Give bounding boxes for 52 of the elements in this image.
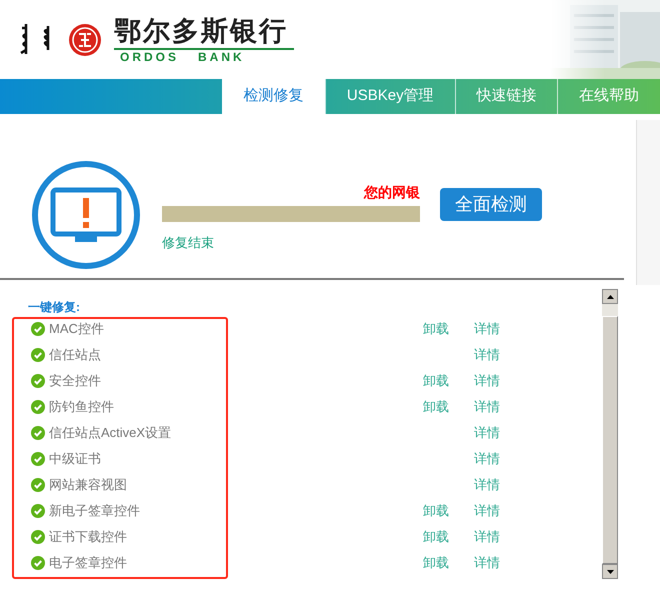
bank-name-english: ORDOS BANK — [120, 50, 246, 64]
item-name: 信任站点 — [49, 346, 101, 364]
check-icon — [31, 374, 45, 388]
details-link[interactable]: 详情 — [474, 345, 500, 365]
uninstall-link[interactable]: 卸载 — [423, 319, 449, 339]
item-name: MAC控件 — [49, 320, 104, 338]
check-icon — [31, 452, 45, 466]
details-link[interactable]: 详情 — [474, 397, 500, 417]
up-arrow-icon — [606, 294, 614, 298]
item-name: 新电子签章控件 — [49, 502, 140, 520]
check-icon — [31, 322, 45, 336]
details-link[interactable]: 详情 — [474, 553, 500, 573]
nav-tab[interactable]: USBKey管理 — [324, 79, 455, 114]
check-icon — [31, 556, 45, 570]
section-heading: 一键修复: — [28, 300, 80, 314]
details-link[interactable]: 详情 — [474, 423, 500, 443]
result-text: 修复结束 — [162, 235, 214, 250]
uninstall-link[interactable]: 卸载 — [423, 553, 449, 573]
details-link[interactable]: 详情 — [474, 527, 500, 547]
uninstall-link[interactable]: 卸载 — [423, 501, 449, 521]
item-name: 中级证书 — [49, 450, 101, 468]
item-name: 电子签章控件 — [49, 554, 127, 572]
full-scan-button[interactable]: 全面检测 — [440, 188, 542, 221]
check-icon — [31, 478, 45, 492]
nav-tab[interactable]: 在线帮助 — [557, 79, 660, 114]
item-name: 安全控件 — [49, 372, 101, 390]
bank-logo-icon — [68, 22, 102, 56]
check-icon — [31, 530, 45, 544]
check-icon — [31, 504, 45, 518]
details-link[interactable]: 详情 — [474, 371, 500, 391]
monitor-warning-icon — [31, 160, 141, 270]
nav-tab[interactable]: 检测修复 — [222, 79, 325, 114]
item-name: 信任站点ActiveX设置 — [49, 424, 172, 442]
details-link[interactable]: 详情 — [474, 501, 500, 521]
details-link[interactable]: 详情 — [474, 475, 500, 495]
check-icon — [31, 348, 45, 362]
status-message: 您的网银 — [364, 184, 420, 200]
down-arrow-icon — [606, 570, 614, 574]
uninstall-link[interactable]: 卸载 — [423, 527, 449, 547]
bank-name: 鄂尔多斯银行 — [114, 16, 294, 50]
scroll-down-button[interactable] — [602, 564, 618, 579]
details-link[interactable]: 详情 — [474, 319, 500, 339]
uninstall-link[interactable]: 卸载 — [423, 371, 449, 391]
check-icon — [31, 400, 45, 414]
uninstall-link[interactable]: 卸载 — [423, 397, 449, 417]
scroll-up-button[interactable] — [602, 289, 618, 304]
check-icon — [31, 426, 45, 440]
item-name: 网站兼容视图 — [49, 476, 127, 494]
nav-tab[interactable]: 快速链接 — [454, 79, 558, 114]
item-name: 证书下载控件 — [49, 528, 127, 546]
item-name: 防钓鱼控件 — [49, 398, 114, 416]
details-link[interactable]: 详情 — [474, 449, 500, 469]
